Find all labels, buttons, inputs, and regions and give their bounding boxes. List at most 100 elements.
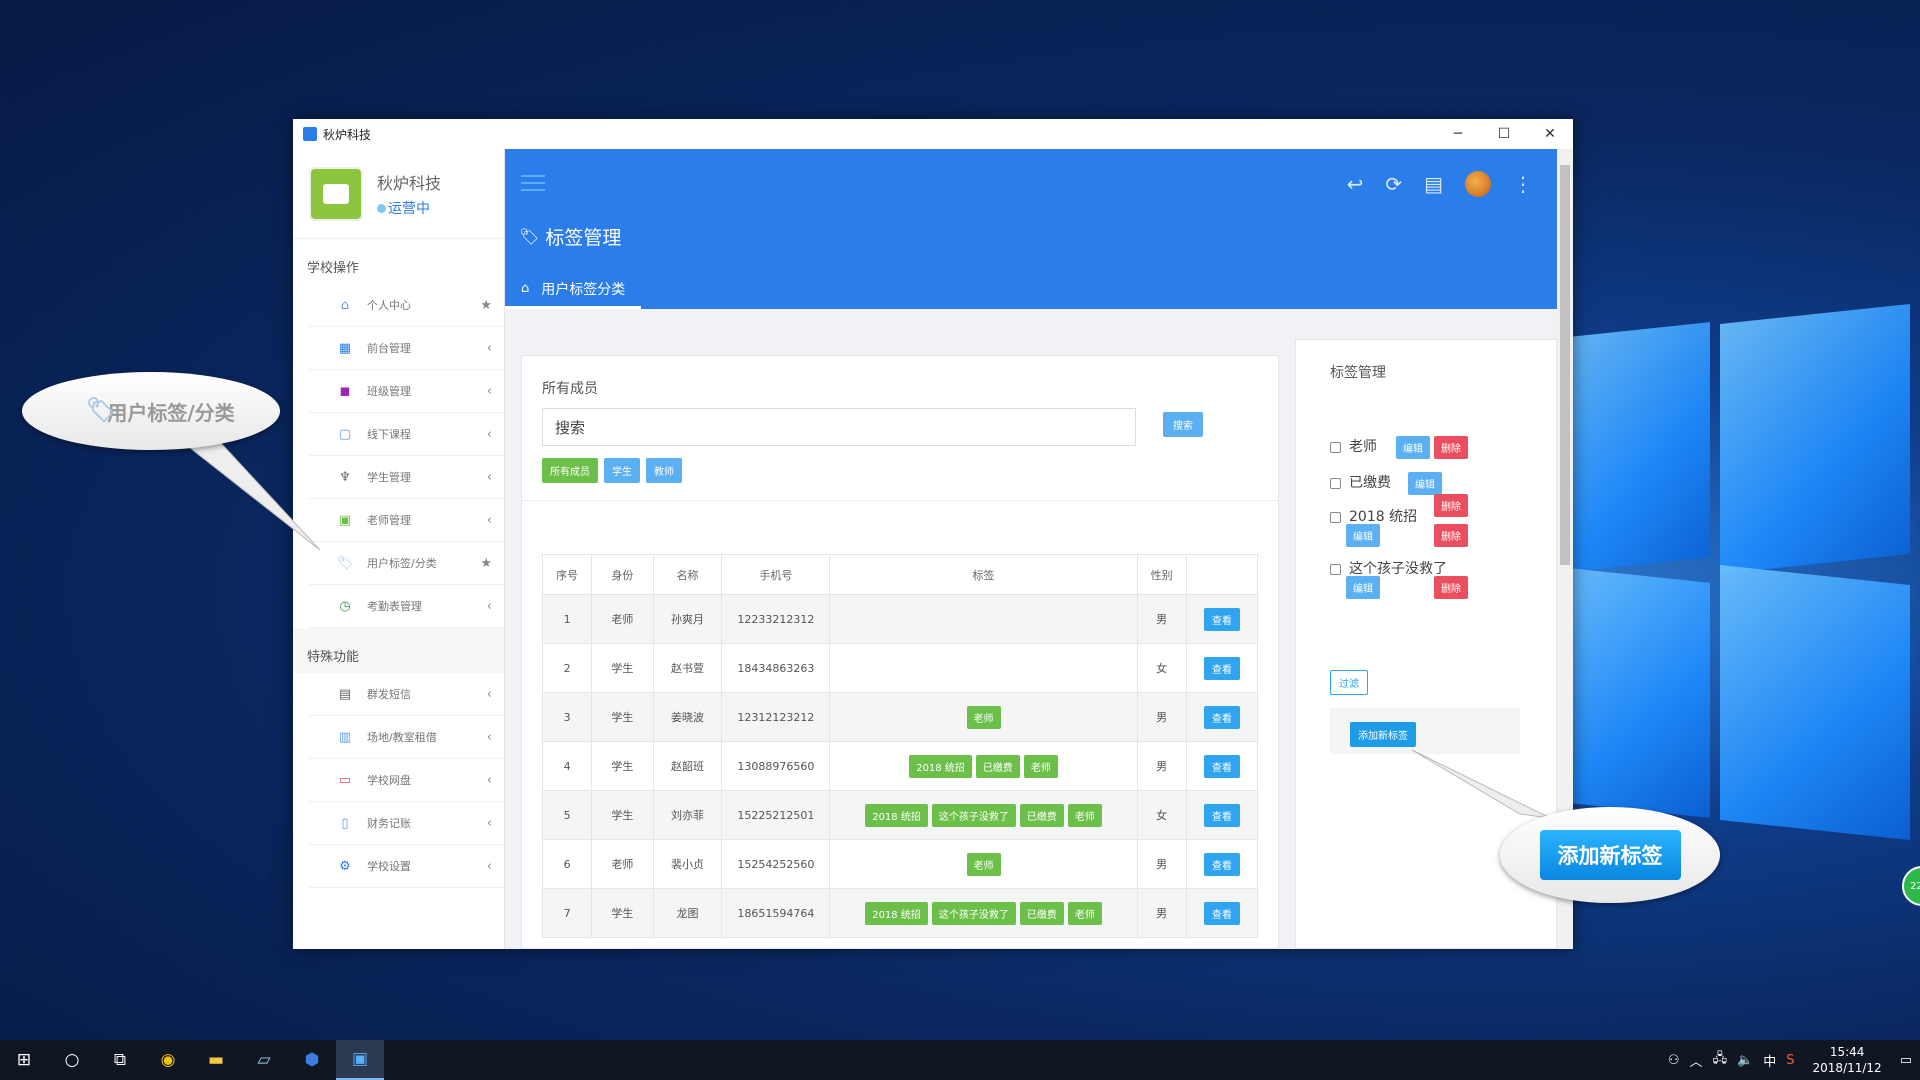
notepad-icon[interactable]: ▱ [240, 1040, 288, 1080]
sidebar-item[interactable]: ▤ 群发短信 ‹ [309, 673, 504, 716]
app-icon [303, 127, 317, 141]
network-icon[interactable]: 🖧 [1713, 1049, 1728, 1071]
tag-checkbox[interactable] [1330, 477, 1341, 489]
sidebar-item[interactable]: ▢ 线下课程 ‹ [309, 413, 504, 456]
chevron-left-icon[interactable]: ‹ [487, 773, 492, 788]
tag-checkbox[interactable] [1330, 441, 1341, 453]
sidebar-item[interactable]: ◼ 班级管理 ‹ [309, 370, 504, 413]
cell-gender: 女 [1136, 643, 1187, 693]
cell-name: 赵韶班 [652, 741, 723, 791]
wps-icon[interactable]: ⬢ [288, 1040, 336, 1080]
column-header: 标签 [829, 554, 1138, 595]
search-button[interactable]: 搜索 [1163, 412, 1203, 437]
sidebar-item[interactable]: ▦ 前台管理 ‹ [309, 327, 504, 370]
column-header: 身份 [591, 554, 654, 595]
sidebar-item[interactable]: ⌂ 个人中心 ★ [309, 284, 504, 327]
table-row: 5 学生 刘亦菲 15225212501 2018 统招 这个孩子没救了 已缴费 老师女查看 [541, 790, 1259, 840]
show-hidden-icon[interactable]: ︿ [1690, 1051, 1703, 1070]
chevron-left-icon[interactable]: ‹ [487, 730, 492, 745]
close-button[interactable]: ✕ [1527, 119, 1573, 149]
sidebar-item[interactable]: ▣ 老师管理 ‹ [309, 499, 504, 542]
back-icon[interactable]: ↩ [1347, 172, 1364, 196]
table-row: 4 学生 赵韶班 13088976560 2018 统招 已缴费 老师男查看 [541, 741, 1259, 791]
view-button[interactable]: 查看 [1203, 656, 1240, 680]
filter-chip[interactable]: 教师 [646, 458, 682, 483]
task-view-icon[interactable]: ⧉ [96, 1040, 144, 1080]
refresh-icon[interactable]: ⟳ [1385, 172, 1402, 196]
home-icon: ⌂ [521, 281, 530, 296]
edit-tag-button[interactable]: 编辑 [1396, 436, 1430, 459]
filter-chip[interactable]: 所有成员 [542, 458, 598, 483]
volume-icon[interactable]: 🔈 [1737, 1053, 1753, 1068]
file-explorer-icon[interactable]: ▬ [192, 1040, 240, 1080]
edit-tag-button[interactable]: 编辑 [1346, 524, 1380, 547]
tag-checkbox[interactable] [1330, 563, 1341, 575]
message-icon[interactable]: ▤ [1424, 172, 1443, 196]
star-icon[interactable]: ★ [480, 298, 492, 313]
title-bar[interactable]: 秋炉科技 ─ ☐ ✕ [293, 119, 1573, 149]
chevron-left-icon[interactable]: ‹ [487, 341, 492, 356]
star-icon[interactable]: ★ [480, 556, 492, 571]
delete-tag-button[interactable]: 删除 [1434, 524, 1468, 547]
members-title: 所有成员 [542, 381, 598, 397]
delete-tag-button[interactable]: 删除 [1434, 436, 1468, 459]
maximize-button[interactable]: ☐ [1481, 119, 1527, 149]
edit-tag-button[interactable]: 编辑 [1408, 472, 1442, 495]
tag-item: 2018 统招 [1330, 506, 1417, 526]
sidebar-item[interactable]: ▥ 场地/教室租借 ‹ [309, 716, 504, 759]
cell-name: 刘亦菲 [652, 790, 723, 840]
delete-tag-button[interactable]: 删除 [1434, 576, 1468, 599]
more-icon[interactable]: ⋮ [1513, 172, 1533, 196]
sidebar-item[interactable]: ⚙ 学校设置 ‹ [309, 845, 504, 888]
chrome-icon[interactable]: ◉ [144, 1040, 192, 1080]
tag-label: 2018 统招 [865, 803, 928, 827]
chevron-left-icon[interactable]: ‹ [487, 384, 492, 399]
chevron-left-icon[interactable]: ‹ [487, 513, 492, 528]
chevron-left-icon[interactable]: ‹ [487, 687, 492, 702]
sidebar-item[interactable]: ◷ 考勤表管理 ‹ [309, 585, 504, 628]
chevron-left-icon[interactable]: ‹ [487, 427, 492, 442]
tag-icon: 🏷 [336, 555, 354, 571]
cell-tags: 2018 统招 已缴费 老师 [829, 741, 1138, 791]
app-taskbar-icon[interactable]: ▣ [336, 1040, 384, 1080]
brand-name: 秋炉科技 [377, 173, 442, 193]
action-center-icon[interactable]: ▭ [1900, 1053, 1912, 1068]
chevron-left-icon[interactable]: ‹ [487, 470, 492, 485]
sogou-icon[interactable]: S [1786, 1053, 1794, 1068]
clock[interactable]: 15:44 2018/11/12 [1805, 1044, 1890, 1076]
sidebar-item[interactable]: ▭ 学校网盘 ‹ [309, 759, 504, 802]
avatar[interactable] [1465, 171, 1491, 197]
tab-user-tag-category[interactable]: ⌂ 用户标签分类 [505, 271, 642, 309]
column-header [1185, 554, 1259, 595]
edit-tag-button[interactable]: 编辑 [1346, 576, 1380, 599]
view-button[interactable]: 查看 [1203, 705, 1240, 729]
cortana-icon[interactable]: ○ [48, 1040, 96, 1080]
people-icon[interactable]: ⚇ [1668, 1053, 1680, 1068]
course-icon: ▢ [338, 426, 352, 442]
view-button[interactable]: 查看 [1203, 803, 1240, 827]
view-button[interactable]: 查看 [1203, 607, 1240, 631]
menu-toggle-icon[interactable] [521, 175, 545, 196]
filter-button[interactable]: 过滤 [1330, 670, 1368, 695]
chevron-left-icon[interactable]: ‹ [487, 816, 492, 831]
add-tag-button[interactable]: 添加新标签 [1350, 722, 1416, 747]
search-input[interactable]: 搜索 [542, 408, 1136, 446]
sidebar-item[interactable]: 🏷 用户标签/分类 ★ [309, 542, 504, 585]
filter-chip[interactable]: 学生 [604, 458, 640, 483]
table-row: 2 学生 赵书萱 18434863263 女查看 [541, 643, 1259, 693]
tag-checkbox[interactable] [1330, 511, 1341, 523]
sidebar-item[interactable]: ▯ 财务记账 ‹ [309, 802, 504, 845]
taskbar: ⊞ ○ ⧉ ◉ ▬ ▱ ⬢ ▣ ⚇ ︿ 🖧 🔈 中 S 15:44 2018/1… [0, 1040, 1920, 1080]
view-button[interactable]: 查看 [1203, 852, 1240, 876]
sidebar-item-label: 考勤表管理 [367, 600, 422, 613]
gear-icon: ⚙ [339, 858, 351, 874]
ime-indicator[interactable]: 中 [1763, 1051, 1776, 1070]
view-button[interactable]: 查看 [1203, 754, 1240, 778]
delete-tag-button[interactable]: 删除 [1434, 494, 1468, 517]
chevron-left-icon[interactable]: ‹ [487, 859, 492, 874]
minimize-button[interactable]: ─ [1435, 119, 1481, 149]
start-icon[interactable]: ⊞ [0, 1040, 48, 1080]
view-button[interactable]: 查看 [1203, 901, 1240, 925]
chevron-left-icon[interactable]: ‹ [487, 599, 492, 614]
sidebar-item[interactable]: ♆ 学生管理 ‹ [309, 456, 504, 499]
